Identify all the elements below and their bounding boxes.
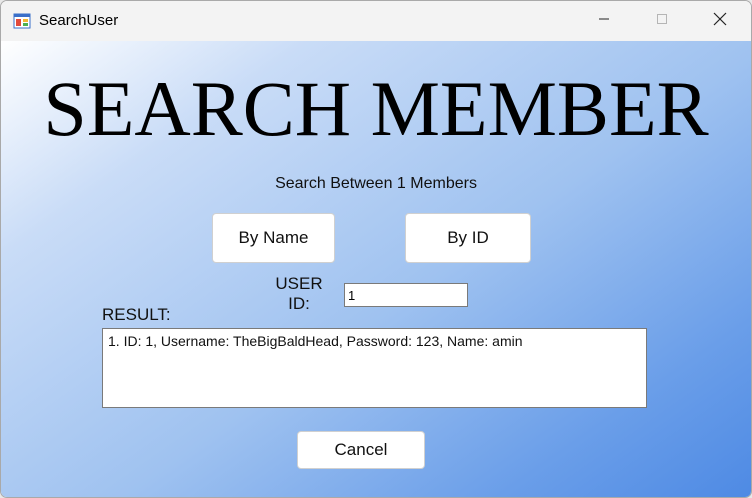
maximize-icon: [656, 12, 668, 30]
cancel-button[interactable]: Cancel: [297, 431, 425, 469]
result-listbox[interactable]: 1. ID: 1, Username: TheBigBaldHead, Pass…: [102, 328, 647, 408]
search-by-name-button[interactable]: By Name: [212, 213, 335, 263]
user-id-input[interactable]: [344, 283, 468, 307]
form-client-area: SEARCH MEMBER Search Between 1 Members B…: [1, 41, 751, 497]
page-title: SEARCH MEMBER: [43, 65, 709, 152]
list-item[interactable]: 1. ID: 1, Username: TheBigBaldHead, Pass…: [108, 333, 641, 349]
minimize-button[interactable]: [575, 1, 633, 41]
search-user-window: SearchUser SEARCH MEMBER Search Between …: [0, 0, 752, 498]
result-label: RESULT:: [102, 305, 171, 324]
member-count-label: Search Between 1 Members: [275, 175, 477, 192]
close-icon: [713, 12, 727, 31]
app-icon: [13, 12, 31, 30]
minimize-icon: [598, 12, 610, 30]
user-id-label: USER ID:: [275, 274, 323, 313]
maximize-button[interactable]: [633, 1, 691, 41]
search-by-id-button[interactable]: By ID: [405, 213, 531, 263]
window-title: SearchUser: [39, 12, 119, 29]
close-button[interactable]: [691, 1, 749, 41]
title-bar[interactable]: SearchUser: [1, 1, 751, 41]
